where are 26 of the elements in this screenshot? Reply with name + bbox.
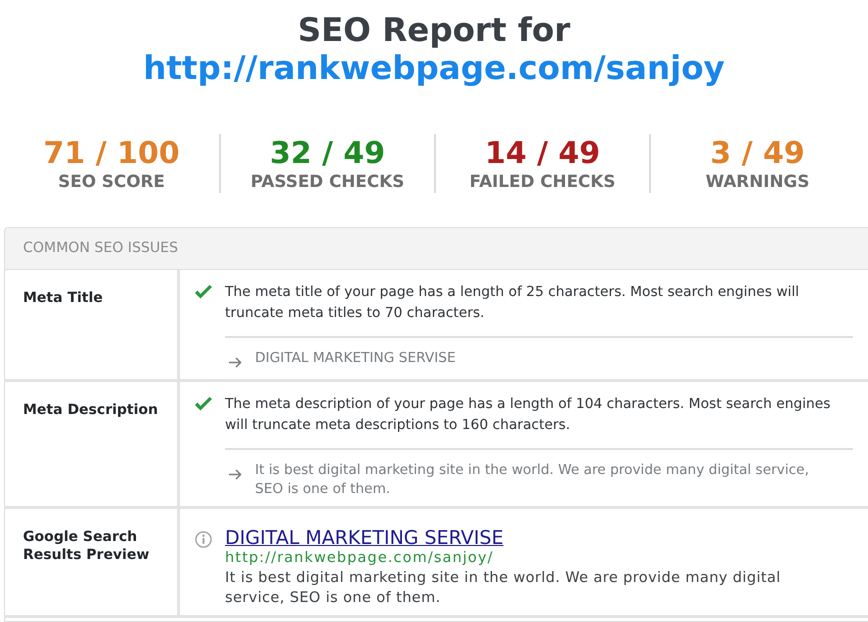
- stat-value: 71 / 100: [43, 137, 180, 171]
- stat-value: 3 / 49: [710, 137, 805, 171]
- arrow-right-icon: [229, 469, 242, 480]
- stat-label: SEO SCORE: [58, 171, 165, 191]
- row-label: Meta Description: [23, 401, 159, 419]
- preview-url: http://rankwebpage.com/sanjoy/: [225, 549, 494, 568]
- checkmark-icon: [194, 285, 213, 300]
- checkmark-icon: [194, 397, 213, 412]
- info-icon: [195, 531, 212, 548]
- stat-label: PASSED CHECKS: [250, 171, 404, 191]
- report-url-link[interactable]: http://rankwebpage.com/sanjoy: [143, 49, 725, 87]
- section-header: COMMON SEO ISSUES: [5, 228, 868, 270]
- stat-label: WARNINGS: [706, 171, 810, 191]
- arrow-right-icon: [229, 357, 242, 368]
- stat-value: 32 / 49: [270, 137, 386, 171]
- preview-description: It is best digital marketing site in the world. We are provide many digital service, SEO is one of them.: [225, 569, 782, 608]
- detail-text: DIGITAL MARKETING SERVISE: [255, 349, 457, 368]
- row-label: Meta Title: [23, 289, 104, 307]
- preview-title-link[interactable]: DIGITAL MARKETING SERVISE: [225, 528, 504, 549]
- check-message: The meta description of your page has a length of 104 characters. Most search engines will truncate meta descriptions to 160 characters.: [225, 395, 832, 435]
- stat-label: FAILED CHECKS: [470, 171, 616, 191]
- stat-value: 14 / 49: [484, 137, 600, 171]
- check-message: The meta title of your page has a length of 25 characters. Most search engines will truncate meta titles to 70 characters.: [225, 283, 800, 323]
- row-label: Google Search Results Preview: [23, 528, 150, 564]
- report-title: SEO Report for: [298, 11, 570, 49]
- detail-text: It is best digital marketing site in the world. We are provide many digital service, SEO is one of them.: [255, 461, 810, 499]
